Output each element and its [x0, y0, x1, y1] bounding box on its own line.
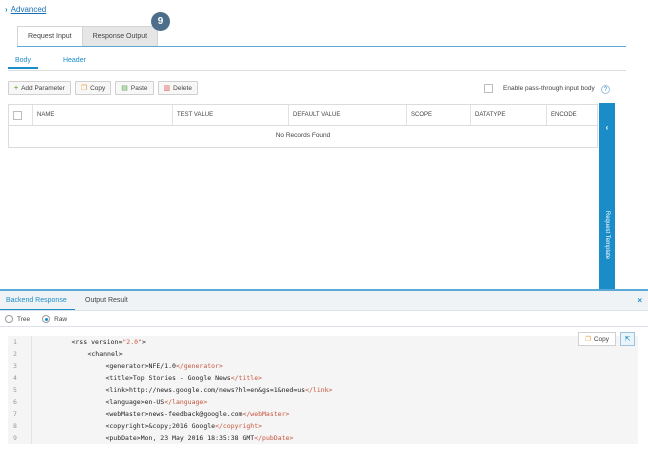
- select-all-checkbox[interactable]: [13, 110, 22, 120]
- copy-icon: ❐: [585, 336, 591, 343]
- code-tag: </pubDate>: [254, 433, 294, 442]
- parameter-table: NAME TEST VALUE DEFAULT VALUE SCOPE DATA…: [8, 104, 598, 148]
- tab-body[interactable]: Body: [8, 57, 38, 69]
- copy-icon: ❐: [80, 85, 88, 92]
- line-number: 2: [13, 349, 17, 358]
- column-header-scope[interactable]: SCOPE: [407, 105, 471, 125]
- plus-icon: +: [14, 84, 19, 92]
- code-copy-button[interactable]: ❐ Copy: [578, 332, 617, 346]
- code-string: "2.0": [122, 337, 142, 346]
- empty-message: No Records Found: [275, 132, 331, 139]
- chevron-left-icon[interactable]: ‹: [599, 123, 615, 132]
- column-header-name[interactable]: NAME: [33, 105, 173, 125]
- code-tag: >: [141, 337, 146, 346]
- select-all-cell: [9, 105, 33, 125]
- paste-icon: ▤: [121, 85, 128, 92]
- column-header-encode[interactable]: ENCODE: [547, 105, 597, 125]
- add-parameter-label: Add Parameter: [21, 84, 65, 92]
- radio-raw-label: Raw: [54, 315, 68, 323]
- delete-button[interactable]: ▥ Delete: [157, 81, 198, 95]
- top-tabs: Request Input Response Output: [17, 26, 159, 47]
- advanced-toggle[interactable]: › Advanced: [5, 5, 46, 14]
- column-header-datatype[interactable]: DATATYPE: [471, 105, 547, 125]
- radio-tree[interactable]: [5, 315, 13, 323]
- line-number: 9: [13, 433, 17, 442]
- active-tab-underline: [0, 309, 75, 310]
- close-icon[interactable]: ×: [637, 296, 642, 305]
- advanced-link[interactable]: Advanced: [11, 5, 47, 14]
- tabs-divider: [17, 46, 626, 47]
- request-template-label: Request Template: [604, 210, 610, 260]
- chevron-right-icon: ›: [5, 5, 8, 14]
- line-number: 7: [13, 409, 17, 418]
- request-template-panel[interactable]: ‹ Request Template: [599, 103, 615, 289]
- passthrough-option: Enable pass-through input body: [484, 84, 595, 93]
- paste-button[interactable]: ▤ Paste: [115, 81, 154, 95]
- code-copy-label: Copy: [593, 335, 610, 343]
- tab-backend-response[interactable]: Backend Response: [6, 297, 67, 304]
- radio-tree-label: Tree: [17, 315, 31, 323]
- paste-label: Paste: [130, 84, 148, 92]
- parameter-toolbar: + Add Parameter ❐ Copy ▤ Paste ▥ Delete: [8, 81, 198, 95]
- sub-tabs-divider: [8, 70, 626, 71]
- passthrough-checkbox[interactable]: [484, 84, 493, 93]
- copy-label: Copy: [90, 84, 106, 92]
- code-line: 9 <pubDate>Mon, 23 May 2016 18:35:38 GMT…: [8, 432, 293, 443]
- code-text: Mon, 23 May 2016 18:35:38 GMT: [140, 433, 255, 442]
- add-parameter-button[interactable]: + Add Parameter: [8, 81, 71, 95]
- table-header: NAME TEST VALUE DEFAULT VALUE SCOPE DATA…: [9, 105, 597, 126]
- trash-icon: ▥: [163, 85, 171, 92]
- line-number: 4: [13, 373, 17, 382]
- sub-tabs: Body Header: [8, 57, 93, 69]
- tab-response-output[interactable]: Response Output: [82, 26, 159, 47]
- response-code-viewer[interactable]: 1 <rss version="2.0"> 2 <channel> 3 <gen…: [8, 336, 638, 444]
- code-actions: ❐ Copy ⇱: [578, 332, 636, 346]
- bottom-panel-tabs: Backend Response Output Result ×: [0, 289, 648, 311]
- line-number: 6: [13, 397, 17, 406]
- tab-output-result[interactable]: Output Result: [85, 297, 128, 304]
- tab-header[interactable]: Header: [56, 57, 93, 69]
- column-header-test-value[interactable]: TEST VALUE: [173, 105, 289, 125]
- copy-button[interactable]: ❐ Copy: [74, 81, 112, 95]
- tab-request-input[interactable]: Request Input: [17, 26, 83, 47]
- radio-raw[interactable]: [42, 315, 51, 323]
- passthrough-label: Enable pass-through input body: [503, 85, 595, 92]
- view-mode-radios: Tree Raw: [5, 315, 67, 323]
- line-number: 5: [13, 385, 17, 394]
- line-number: 1: [13, 337, 17, 346]
- code-tag: <pubDate>: [105, 433, 141, 442]
- delete-label: Delete: [173, 84, 192, 92]
- code-tag: </link>: [305, 385, 333, 394]
- help-icon[interactable]: ?: [601, 85, 610, 94]
- column-header-default-value[interactable]: DEFAULT VALUE: [289, 105, 407, 125]
- line-number: 8: [13, 421, 17, 430]
- radios-divider: [0, 326, 648, 327]
- open-external-icon[interactable]: ⇱: [620, 332, 636, 346]
- step-badge: 9: [151, 12, 170, 31]
- line-number: 3: [13, 361, 17, 370]
